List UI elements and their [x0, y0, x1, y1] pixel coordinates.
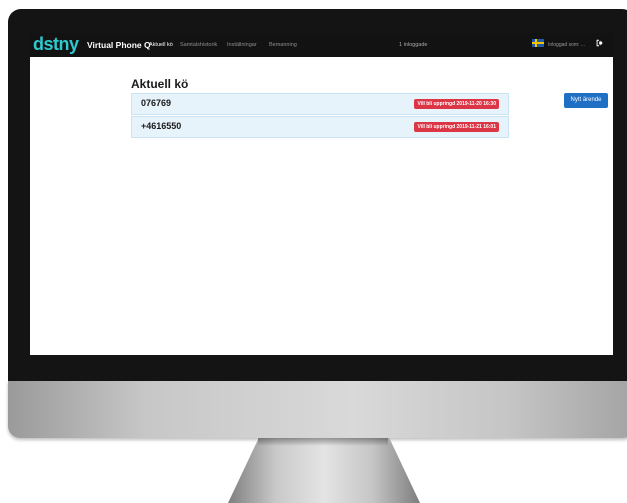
- monitor-stand: [228, 438, 420, 503]
- callback-status-badge: Vill bli uppringd 2019-11-20 16:30: [414, 99, 499, 109]
- monitor-chin: [8, 381, 627, 438]
- logout-icon[interactable]: [595, 39, 603, 47]
- user-label[interactable]: Inloggad som: ...: [548, 41, 585, 49]
- app-screen: dstny Virtual Phone Q Aktuell kö Samtals…: [30, 33, 613, 355]
- logged-in-count: 1 inloggade: [399, 42, 428, 48]
- nav-link-call-history[interactable]: Samtalshistorik: [180, 41, 217, 49]
- queue-phone-number: 076769: [141, 98, 172, 108]
- queue-phone-number: +4616550: [141, 121, 182, 131]
- queue-row[interactable]: 076769 Vill bli uppringd 2019-11-20 16:3…: [131, 93, 509, 115]
- swedish-flag-icon[interactable]: [532, 39, 544, 47]
- nav-link-current-queue[interactable]: Aktuell kö: [149, 41, 173, 49]
- brand-logo[interactable]: dstny: [33, 33, 79, 55]
- nav-link-settings[interactable]: Inställningar: [227, 41, 257, 49]
- nav-link-staffing[interactable]: Bemanning: [269, 41, 297, 49]
- callback-status-badge: Vill bli uppringd 2019-11-21 16:01: [414, 122, 499, 132]
- new-case-button[interactable]: Nytt ärende: [564, 93, 608, 108]
- navbar: dstny Virtual Phone Q Aktuell kö Samtals…: [30, 33, 613, 57]
- queue-row[interactable]: +4616550 Vill bli uppringd 2019-11-21 16…: [131, 116, 509, 138]
- queue-list: 076769 Vill bli uppringd 2019-11-20 16:3…: [131, 93, 509, 139]
- app-name: Virtual Phone Q: [87, 40, 151, 50]
- monitor-stand-shadow: [258, 438, 388, 446]
- page-title: Aktuell kö: [131, 77, 189, 91]
